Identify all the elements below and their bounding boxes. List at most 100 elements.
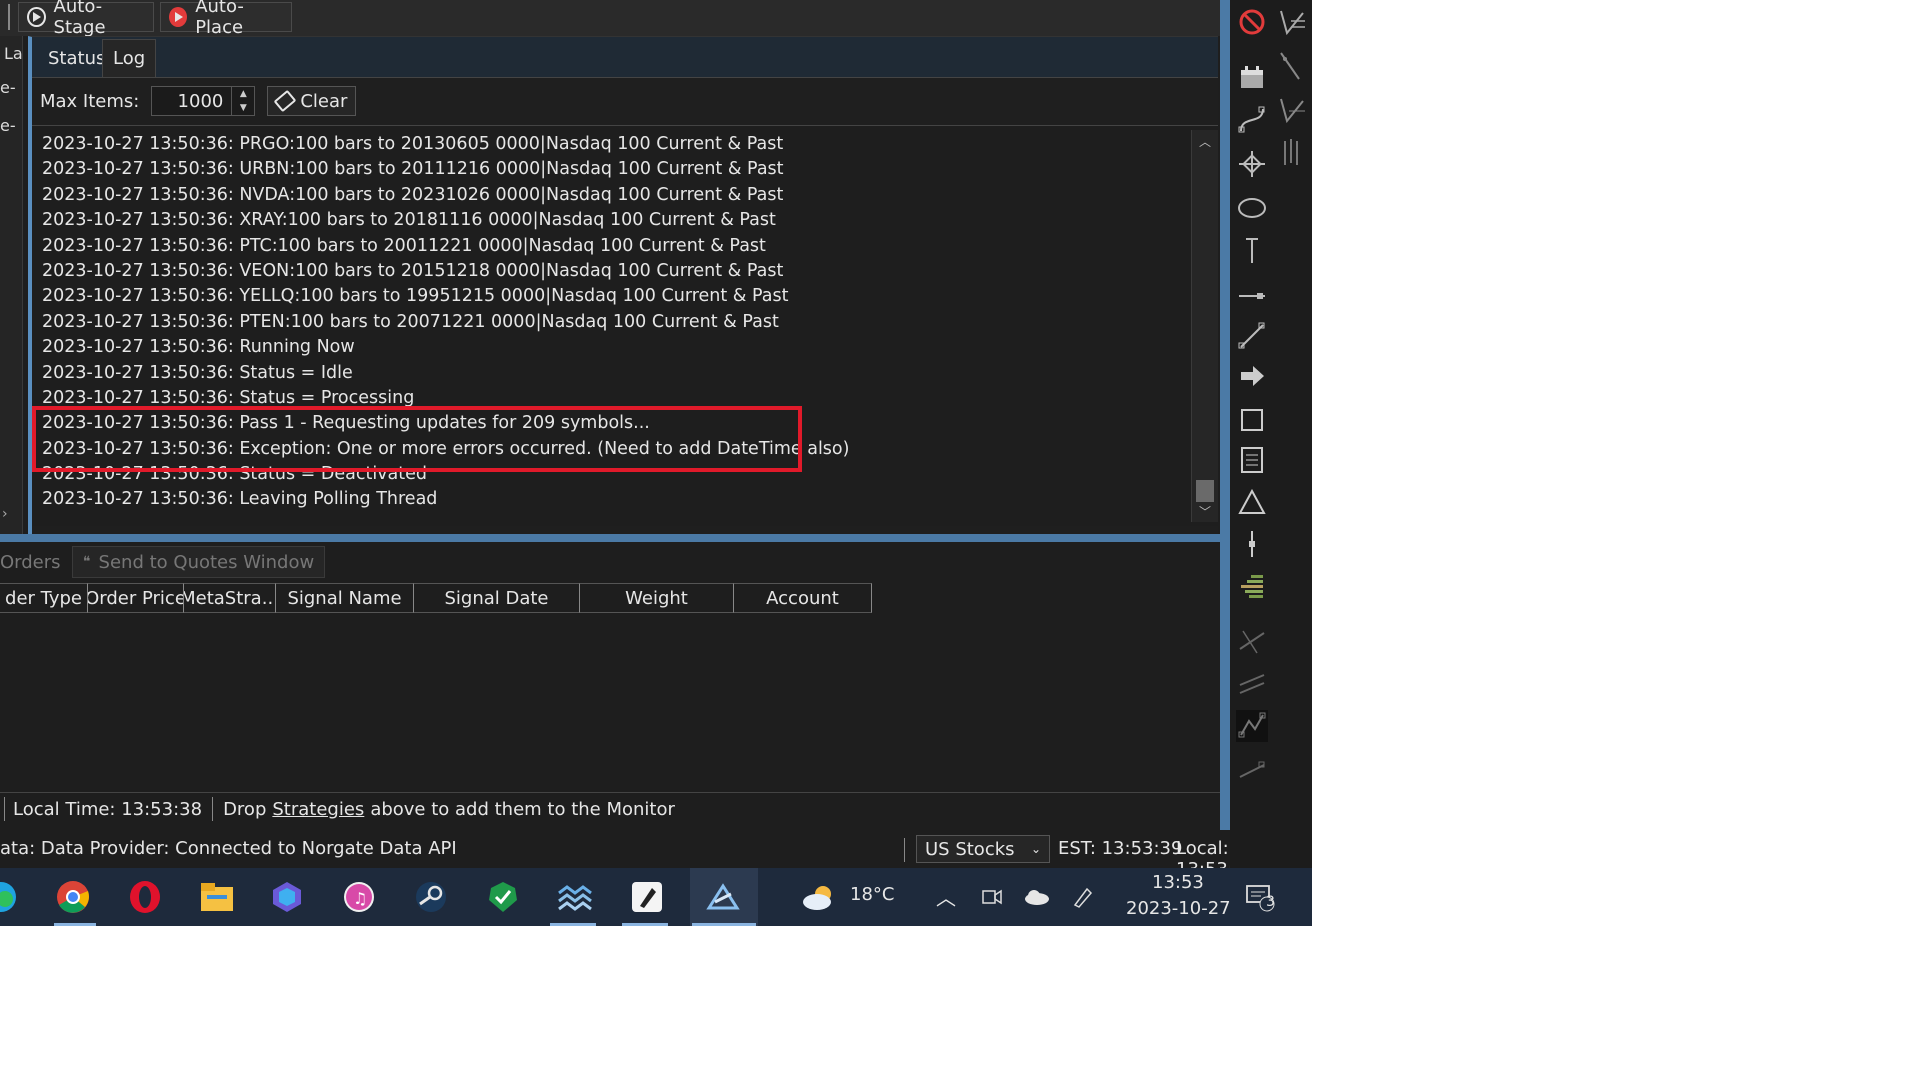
col-label: Account — [766, 587, 839, 609]
log-line: 2023-10-27 13:50:36: Status = Idle — [42, 362, 353, 383]
clock-time[interactable]: 13:53 — [1152, 872, 1204, 893]
segment-tool-icon[interactable] — [1236, 754, 1268, 786]
right-splitter[interactable] — [1220, 0, 1230, 830]
max-items-value[interactable]: 1000 — [178, 91, 224, 112]
col-signal-name[interactable]: Signal Name — [276, 583, 414, 613]
weather-temperature[interactable]: 18°C — [850, 884, 894, 905]
log-scrollbar[interactable]: ︿ ﹀ — [1191, 130, 1218, 522]
clear-button[interactable]: Clear — [267, 86, 357, 116]
log-line: 2023-10-27 13:50:36: YELLQ:100 bars to 1… — [42, 286, 789, 307]
active-indicator — [622, 923, 668, 926]
stepper-up-icon[interactable]: ▲ — [232, 87, 254, 101]
meet-icon[interactable] — [976, 876, 1008, 918]
chevron-down-icon: ⌄ — [1030, 842, 1041, 856]
clear-label: Clear — [300, 90, 348, 112]
channel-tool-icon[interactable] — [1236, 668, 1268, 700]
orders-tab[interactable]: Orders — [0, 552, 61, 573]
play-circle-icon — [27, 7, 46, 27]
move-tool-icon[interactable] — [1236, 148, 1268, 180]
app-window: Auto-Stage Auto-Place La e- e- › Status … — [0, 0, 1312, 926]
col-weight[interactable]: Weight — [580, 583, 734, 613]
col-order-type[interactable]: der Type — [0, 583, 88, 613]
trading-app-icon[interactable] — [702, 876, 744, 918]
clock-date[interactable]: 2023-10-27 — [1126, 898, 1231, 919]
edge-icon[interactable] — [0, 876, 22, 918]
log-line: 2023-10-27 13:50:36: URBN:100 bars to 20… — [42, 159, 784, 180]
send-to-quotes-button[interactable]: ❝ Send to Quotes Window — [72, 546, 326, 578]
vertical-lines-icon[interactable] — [1276, 136, 1308, 168]
scroll-up-icon[interactable]: ︿ — [1192, 130, 1218, 152]
pen-menu-icon[interactable] — [1066, 876, 1100, 918]
col-account[interactable]: Account — [734, 583, 872, 613]
status-divider — [904, 838, 905, 862]
scroll-down-icon[interactable]: ﹀ — [1192, 500, 1218, 522]
onedrive-cloud-icon[interactable] — [1020, 876, 1054, 918]
triangle-tool-icon[interactable] — [1236, 486, 1268, 518]
drawing-tools-column — [1230, 0, 1312, 870]
itunes-icon[interactable]: ♫ — [338, 876, 380, 918]
file-explorer-icon[interactable] — [196, 876, 238, 918]
shield-check-icon[interactable] — [482, 876, 524, 918]
fan-lines-icon[interactable] — [1276, 94, 1308, 126]
max-items-row: Max Items: 1000 ▲ ▼ Clear — [40, 85, 357, 117]
left-strip-item[interactable]: La — [4, 44, 23, 63]
vertical-marker-icon[interactable] — [1236, 528, 1268, 560]
chevron-right-icon[interactable]: › — [2, 506, 8, 522]
left-strip-item[interactable]: e- — [0, 116, 16, 135]
rectangle-tool-icon[interactable] — [1236, 404, 1268, 436]
calendar-icon[interactable] — [1236, 62, 1268, 94]
svg-text:♫: ♫ — [353, 889, 367, 908]
auto-place-label: Auto-Place — [195, 0, 244, 38]
weather-cloud-icon[interactable] — [796, 876, 842, 918]
opera-icon[interactable] — [124, 876, 166, 918]
pen-app-icon[interactable] — [626, 876, 668, 918]
col-order-price[interactable]: Order Price — [88, 583, 184, 613]
auto-stage-button[interactable]: Auto-Stage — [18, 0, 154, 38]
top-toolbar: Auto-Stage Auto-Place — [0, 0, 1220, 38]
tab-log[interactable]: Log — [102, 39, 157, 77]
steam-icon[interactable] — [410, 876, 452, 918]
layers-app-icon[interactable] — [554, 876, 596, 918]
volume-profile-icon[interactable] — [1236, 570, 1268, 602]
no-entry-icon[interactable] — [1236, 6, 1268, 38]
text-note-icon[interactable] — [1236, 444, 1268, 476]
auto-place-button[interactable]: Auto-Place — [160, 0, 292, 38]
scroll-thumb[interactable] — [1196, 480, 1214, 502]
left-panel-strip: La e- e- › — [0, 36, 23, 534]
left-strip-item[interactable]: e- — [0, 78, 16, 97]
col-metastrategy[interactable]: MetaStra... — [184, 583, 276, 613]
col-label: Signal Name — [287, 587, 402, 609]
active-indicator — [54, 923, 96, 926]
active-indicator — [692, 923, 756, 926]
trendline-tool-icon[interactable] — [1276, 50, 1308, 82]
cross-lines-icon[interactable] — [1236, 626, 1268, 658]
notification-count-badge: 3 — [1266, 894, 1275, 910]
orders-toolbar: Orders ❝ Send to Quotes Window — [0, 546, 1220, 580]
chrome-icon[interactable] — [52, 876, 94, 918]
panel-tab-bar: Status Log — [32, 37, 1218, 78]
ray-tool-icon[interactable] — [1236, 320, 1268, 352]
curve-tool-icon[interactable] — [1236, 104, 1268, 136]
pattern-tool-icon[interactable] — [1236, 710, 1268, 742]
ellipse-tool-icon[interactable] — [1236, 192, 1268, 224]
arrow-right-icon[interactable] — [1236, 360, 1268, 392]
market-select[interactable]: US Stocks ⌄ — [916, 835, 1050, 863]
log-line: 2023-10-27 13:50:36: XRAY:100 bars to 20… — [42, 210, 776, 231]
vertical-line-tool-icon[interactable] — [1236, 234, 1268, 266]
auto-stage-label: Auto-Stage — [53, 0, 106, 38]
app-status-bar: ata: Data Provider: Connected to Norgate… — [0, 834, 1312, 880]
log-line: 2023-10-27 13:50:36: Running Now — [42, 337, 355, 358]
col-label: Weight — [625, 587, 688, 609]
orders-grid-body[interactable] — [0, 614, 1220, 788]
stepper-down-icon[interactable]: ▼ — [232, 101, 254, 115]
horizontal-line-tool-icon[interactable] — [1236, 280, 1268, 312]
strategies-link[interactable]: Strategies — [272, 799, 364, 820]
panel-splitter[interactable] — [0, 534, 1230, 542]
chevron-up-icon[interactable]: ︿ — [936, 882, 956, 911]
log-line: 2023-10-27 13:50:36: NVDA:100 bars to 20… — [42, 184, 784, 205]
copilot-icon[interactable] — [266, 876, 308, 918]
max-items-stepper[interactable]: 1000 ▲ ▼ — [151, 86, 256, 116]
fork-lines-icon[interactable] — [1276, 6, 1308, 38]
col-signal-date[interactable]: Signal Date — [414, 583, 580, 613]
col-label: der Type — [5, 587, 82, 609]
